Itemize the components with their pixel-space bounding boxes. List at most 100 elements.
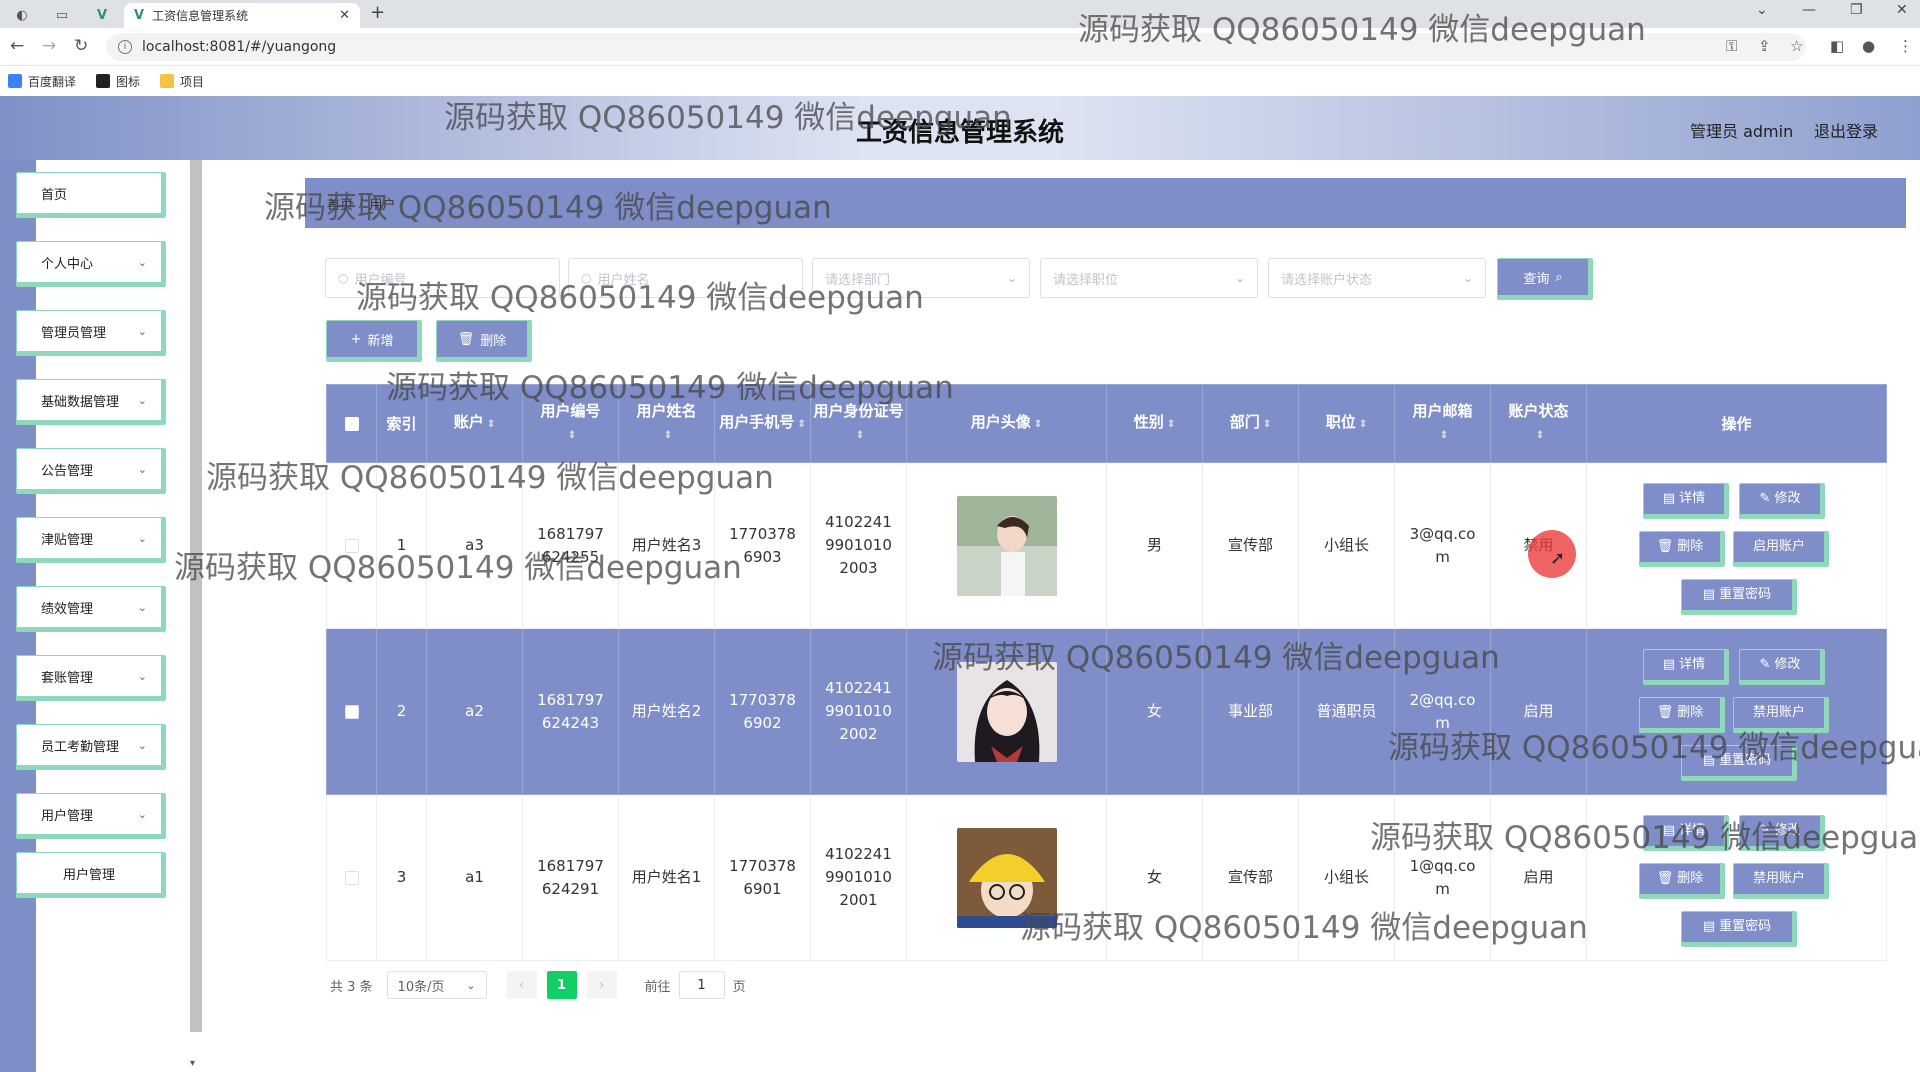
edit-button[interactable]: ✎ 修改 [1739,482,1825,519]
detail-button[interactable]: ▤ 详情 [1643,482,1729,519]
url-field[interactable]: i localhost:8081/#/yuangong [106,33,1806,61]
select-all-checkbox[interactable] [344,417,359,431]
chevron-down-icon: ⌄ [137,807,147,821]
search-icon: ○ [338,271,349,285]
back-icon[interactable]: ← [10,36,24,56]
goto-page-input[interactable]: 1 [678,971,725,999]
toggle-account-button[interactable]: 禁用账户 [1733,862,1829,899]
next-page-button[interactable]: › [586,971,617,999]
trash-icon: 🗑 [1656,871,1674,886]
batch-delete-button[interactable]: 🗑 删除 [436,320,532,362]
table-row[interactable]: 3 a1 1681797624291 用户姓名1 17703786901 410… [326,794,1887,961]
user-no-input[interactable]: ○ 用户编号 [325,258,560,298]
plus-icon: + [350,331,362,347]
bookmark-baidu-translate[interactable]: 百度翻译 [8,73,76,90]
row-checkbox[interactable] [344,870,359,885]
avatar[interactable] [956,827,1057,928]
vue-logo-icon: V [134,8,145,23]
sidebar-item-admin[interactable]: 管理员管理 ⌄ [16,310,166,356]
more-icon[interactable]: ⋮ [1898,37,1913,55]
col-account[interactable]: 账户 ⇕ [426,384,523,463]
profile-icon[interactable]: ● [1862,37,1875,55]
restore-icon[interactable]: ❐ [1850,2,1863,18]
delete-button[interactable]: 🗑 删除 [1639,696,1725,733]
reload-icon[interactable]: ↻ [74,36,88,56]
col-status[interactable]: 账户状态 ⇕ [1490,384,1587,463]
sidebar-item-ledger[interactable]: 套账管理 ⌄ [16,655,166,701]
reset-password-button[interactable]: ▤ 重置密码 [1681,578,1797,615]
page-number-button[interactable]: 1 [546,971,577,999]
scroll-down-icon[interactable]: ▾ [190,1058,195,1069]
sidebar-item-home[interactable]: 首页 [16,172,166,218]
star-icon[interactable]: ☆ [1790,37,1803,55]
sidebar-item-profile[interactable]: 个人中心 ⌄ [16,241,166,287]
delete-button[interactable]: 🗑 删除 [1639,530,1725,567]
bookmark-icons[interactable]: 图标 [96,73,140,90]
pinned-vue-tab-icon[interactable]: V [88,4,116,26]
forward-icon[interactable]: → [42,36,56,56]
query-button[interactable]: 查询 ⌕ [1497,258,1593,300]
sidebar-item-attendance[interactable]: 员工考勤管理 ⌄ [16,724,166,770]
detail-button[interactable]: ▤ 详情 [1643,814,1729,851]
sidebar-scrollbar[interactable] [190,160,202,1032]
tab-search-icon[interactable]: ⌄ [1756,2,1768,18]
toggle-account-button[interactable]: 启用账户 [1733,530,1829,567]
col-phone[interactable]: 用户手机号 ⇕ [714,384,811,463]
col-email[interactable]: 用户邮箱 ⇕ [1394,384,1491,463]
col-position[interactable]: 职位 ⇕ [1298,384,1395,463]
detail-button[interactable]: ▤ 详情 [1643,648,1729,685]
chevron-down-icon: ⌄ [137,462,147,476]
sidebar-item-users[interactable]: 用户管理 ⌄ [16,793,166,839]
page-size-select[interactable]: 10条/页 ⌄ [386,971,487,999]
toggle-account-button[interactable]: 禁用账户 [1733,696,1829,733]
status-select[interactable]: 请选择账户状态 ⌄ [1268,258,1486,298]
edit-button[interactable]: ✎ 修改 [1739,648,1825,685]
avatar[interactable] [956,661,1057,762]
key-icon[interactable]: ⚿ [1726,37,1737,55]
prev-page-button[interactable]: ‹ [506,971,537,999]
col-dept[interactable]: 部门 ⇕ [1202,384,1299,463]
sidepanel-icon[interactable]: ◧ [1830,37,1844,55]
app-header: 工资信息管理系统 管理员 admin 退出登录 [0,96,1920,160]
row-checkbox[interactable] [344,538,359,553]
table-row[interactable]: 2 a2 1681797624243 用户姓名2 17703786902 410… [326,628,1887,795]
trash-icon: 🗑 [1656,539,1674,554]
site-info-icon[interactable]: i [118,40,132,54]
search-icon: ○ [581,271,592,285]
row-checkbox[interactable] [344,704,359,719]
tab-close-icon[interactable]: ✕ [339,8,350,23]
sidebar-item-performance[interactable]: 绩效管理 ⌄ [16,586,166,632]
dept-select[interactable]: 请选择部门 ⌄ [812,258,1030,298]
col-user-name[interactable]: 用户姓名 ⇕ [618,384,715,463]
window-close-icon[interactable]: ✕ [1896,2,1908,18]
browser-menu-icon[interactable]: ◐ [8,4,36,26]
active-tab[interactable]: V 工资信息管理系统 ✕ [124,3,360,28]
sidebar-item-notice[interactable]: 公告管理 ⌄ [16,448,166,494]
edit-button[interactable]: ✎ 修改 [1739,814,1825,851]
avatar[interactable] [956,495,1057,596]
sidebar-subitem-users[interactable]: 用户管理 [16,852,166,898]
chevron-down-icon: ⌄ [1006,271,1017,285]
position-select[interactable]: 请选择职位 ⌄ [1040,258,1258,298]
share-icon[interactable]: ⇪ [1758,37,1771,55]
bookmark-project[interactable]: 项目 [160,73,204,90]
col-user-no[interactable]: 用户编号 ⇕ [522,384,619,463]
sidebar-item-allowance[interactable]: 津贴管理 ⌄ [16,517,166,563]
logout-link[interactable]: 退出登录 [1814,118,1878,142]
pinned-tab-icon[interactable]: ▭ [48,4,76,26]
col-avatar[interactable]: 用户头像 ⇕ [906,384,1107,463]
app-title: 工资信息管理系统 [855,118,1064,148]
table-row[interactable]: 1 a3 1681797624255 用户姓名3 17703786903 410… [326,462,1887,629]
col-id-card[interactable]: 用户身份证号⇕ [810,384,907,463]
col-gender[interactable]: 性别 ⇕ [1106,384,1203,463]
delete-button[interactable]: 🗑 删除 [1639,862,1725,899]
new-tab-icon[interactable]: + [370,2,385,23]
add-button[interactable]: + 新增 [326,320,422,362]
reset-password-button[interactable]: ▤ 重置密码 [1681,744,1797,781]
breadcrumb-home[interactable]: 首页 [327,194,353,213]
user-name-input[interactable]: ○ 用户姓名 [568,258,803,298]
reset-password-button[interactable]: ▤ 重置密码 [1681,910,1797,947]
sidebar-item-basic-data[interactable]: 基础数据管理 ⌄ [16,379,166,425]
status-badge: 启用 [1490,794,1587,961]
minimize-icon[interactable]: — [1802,2,1816,18]
